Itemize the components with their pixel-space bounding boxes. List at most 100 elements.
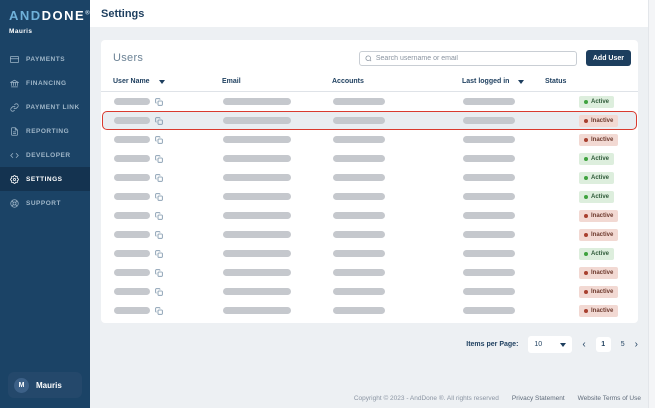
username-placeholder [114, 288, 150, 295]
copy-icon[interactable] [155, 250, 163, 258]
table-row[interactable]: Inactive [102, 225, 637, 244]
next-page-button[interactable]: › [635, 340, 638, 350]
status-cell: Inactive [546, 115, 625, 127]
copy-icon[interactable] [155, 288, 163, 296]
status-label: Inactive [591, 289, 613, 295]
table-row[interactable]: Inactive [102, 282, 637, 301]
last-logged-in-placeholder [463, 307, 515, 314]
accounts-cell [333, 117, 463, 124]
sidebar-item-financing[interactable]: FINANCING [0, 71, 90, 95]
sidebar-item-payments[interactable]: PAYMENTS [0, 47, 90, 71]
sort-caret-icon[interactable] [159, 80, 165, 84]
username-cell [114, 174, 223, 182]
sidebar-item-label: SUPPORT [26, 200, 61, 207]
username-placeholder [114, 117, 150, 124]
email-cell [223, 193, 333, 200]
privacy-statement-link[interactable]: Privacy Statement [512, 395, 565, 402]
email-placeholder [223, 212, 291, 219]
status-dot-icon [584, 233, 588, 237]
email-placeholder [223, 174, 291, 181]
current-page[interactable]: 1 [596, 337, 611, 352]
sidebar-item-label: DEVELOPER [26, 152, 71, 159]
scrollbar-track[interactable] [648, 0, 655, 408]
table-row[interactable]: Active [102, 187, 637, 206]
prev-page-button[interactable]: ‹ [582, 340, 585, 350]
status-dot-icon [584, 119, 588, 123]
status-badge: Active [579, 96, 614, 108]
copy-icon[interactable] [155, 117, 163, 125]
sidebar-item-label: PAYMENTS [26, 56, 65, 63]
email-placeholder [223, 269, 291, 276]
email-placeholder [223, 155, 291, 162]
status-cell: Active [546, 248, 625, 260]
copy-icon[interactable] [155, 174, 163, 182]
copy-icon[interactable] [155, 269, 163, 277]
table-row[interactable]: Inactive [102, 301, 637, 320]
email-placeholder [223, 288, 291, 295]
last-logged-in-cell [463, 288, 546, 295]
status-cell: Active [546, 153, 625, 165]
copy-icon[interactable] [155, 98, 163, 106]
gear-icon [10, 175, 19, 184]
copy-icon[interactable] [155, 307, 163, 315]
table-row[interactable]: Inactive [102, 263, 637, 282]
column-header-last-logged-in[interactable]: Last logged in [462, 78, 545, 85]
email-placeholder [223, 136, 291, 143]
last-logged-in-cell [463, 250, 546, 257]
copy-icon[interactable] [155, 155, 163, 163]
status-cell: Active [546, 191, 625, 203]
table-row[interactable]: Active [102, 168, 637, 187]
table-row[interactable]: Active [102, 149, 637, 168]
sidebar-item-payment-link[interactable]: PAYMENT LINK [0, 95, 90, 119]
copy-icon[interactable] [155, 193, 163, 201]
last-page[interactable]: 5 [621, 341, 625, 348]
status-badge: Active [579, 191, 614, 203]
terms-of-use-link[interactable]: Website Terms of Use [578, 395, 641, 402]
sidebar-item-settings[interactable]: SETTINGS [0, 167, 90, 191]
sidebar-item-support[interactable]: SUPPORT [0, 191, 90, 215]
username-cell [114, 250, 223, 258]
app-window: ANDDONE® Mauris PAYMENTS FINANCING PAYME… [0, 0, 655, 408]
table-row[interactable]: Inactive [102, 111, 637, 130]
copy-icon[interactable] [155, 212, 163, 220]
accounts-cell [333, 269, 463, 276]
table-row[interactable]: Inactive [102, 130, 637, 149]
status-cell: Inactive [546, 267, 625, 279]
last-logged-in-cell [463, 307, 546, 314]
email-cell [223, 212, 333, 219]
sidebar-user-chip[interactable]: M Mauris [8, 372, 82, 398]
add-user-button[interactable]: Add User [586, 50, 631, 66]
sidebar-item-developer[interactable]: DEVELOPER [0, 143, 90, 167]
status-badge: Active [579, 153, 614, 165]
table-header: User Name Email Accounts Last logged in … [101, 72, 638, 92]
status-label: Inactive [591, 232, 613, 238]
username-placeholder [114, 231, 150, 238]
column-header-accounts: Accounts [332, 78, 462, 85]
user-search [359, 51, 577, 66]
sidebar-item-reporting[interactable]: REPORTING [0, 119, 90, 143]
status-dot-icon [584, 290, 588, 294]
status-cell: Inactive [546, 286, 625, 298]
sort-caret-icon[interactable] [518, 80, 524, 84]
username-cell [114, 269, 223, 277]
table-row[interactable]: Active [102, 92, 637, 111]
username-placeholder [114, 193, 150, 200]
last-logged-in-cell [463, 193, 546, 200]
column-header-username[interactable]: User Name [113, 78, 222, 85]
sidebar-item-label: SETTINGS [26, 176, 63, 183]
status-label: Active [591, 175, 609, 181]
table-row[interactable]: Inactive [102, 206, 637, 225]
accounts-cell [333, 231, 463, 238]
items-per-page-select[interactable]: 10 [528, 336, 572, 353]
accounts-placeholder [333, 231, 385, 238]
accounts-placeholder [333, 288, 385, 295]
copy-icon[interactable] [155, 231, 163, 239]
logo-part-done: DONE [42, 8, 86, 23]
status-label: Inactive [591, 308, 613, 314]
search-input[interactable] [376, 55, 571, 62]
email-cell [223, 136, 333, 143]
username-cell [114, 307, 223, 315]
copy-icon[interactable] [155, 136, 163, 144]
email-cell [223, 269, 333, 276]
table-row[interactable]: Active [102, 244, 637, 263]
